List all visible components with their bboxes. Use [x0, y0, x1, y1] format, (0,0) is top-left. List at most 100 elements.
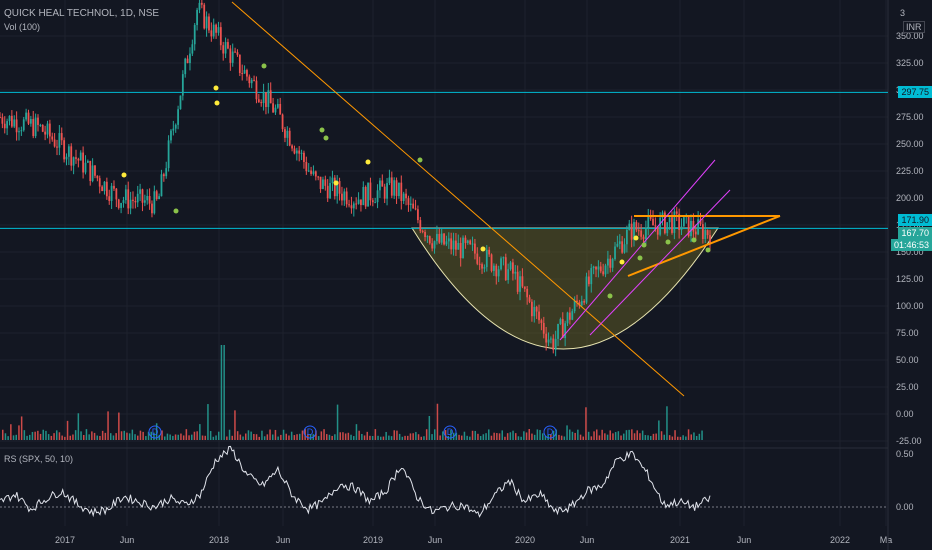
candle-body: [132, 199, 134, 201]
volume-bar: [663, 434, 665, 440]
candle-body: [436, 233, 438, 242]
candle-body: [127, 189, 130, 209]
x-tick-label: 2020: [515, 535, 535, 545]
candle-body: [490, 254, 493, 271]
candle-body: [46, 123, 49, 135]
candle-body: [419, 220, 422, 231]
candle-body: [208, 16, 210, 31]
volume-bar: [277, 436, 279, 440]
candle-body: [431, 243, 434, 249]
volume-bar: [504, 436, 506, 440]
volume-bar: [693, 432, 695, 440]
volume-bar: [498, 433, 501, 440]
candle-body: [583, 301, 586, 303]
volume-bar: [409, 433, 412, 440]
candle-body: [170, 130, 172, 141]
x-tick-label: 2022: [830, 535, 850, 545]
volume-bar: [436, 403, 439, 440]
candle-body: [0, 117, 1, 118]
candle-body: [210, 30, 213, 37]
candle-body: [514, 271, 517, 274]
candle-body: [414, 208, 417, 210]
candle-body: [535, 306, 538, 312]
candle-body: [94, 165, 96, 176]
candle-body: [136, 193, 139, 203]
volume-bar: [520, 436, 522, 440]
volume-bar: [83, 435, 85, 440]
volume-bar: [515, 433, 517, 440]
candle-body: [262, 92, 265, 104]
candle-body: [279, 103, 282, 115]
candle-body: [215, 24, 217, 33]
candle-body: [590, 268, 593, 285]
candle-body: [234, 51, 236, 53]
volume-bar: [417, 434, 420, 440]
candle-body: [464, 237, 467, 244]
candle-body: [640, 230, 643, 237]
descending-trendline[interactable]: [231, 1, 685, 397]
volume-bar: [61, 435, 63, 440]
candle-body: [400, 182, 403, 201]
y-tick-label: 50.00: [896, 355, 919, 365]
volume-bar: [118, 412, 120, 440]
volume-bar: [228, 429, 231, 440]
candle-body: [438, 233, 441, 243]
candle-body: [3, 123, 6, 129]
candle-body: [362, 186, 365, 206]
candle-body: [654, 225, 657, 227]
currency-badge[interactable]: INR: [903, 21, 925, 33]
candle-body: [291, 145, 293, 149]
volume-bar: [682, 435, 684, 440]
volume-bar: [398, 433, 401, 440]
volume-bar: [477, 433, 479, 440]
hline-171-tag: 171.90: [898, 214, 932, 226]
candle-body: [485, 249, 488, 268]
price-scale-mode[interactable]: 3: [900, 8, 905, 18]
signal-dot: [665, 239, 671, 245]
candle-body: [319, 176, 322, 189]
volume-bar: [261, 430, 263, 440]
candle-body: [317, 176, 320, 178]
volume-bar: [388, 435, 390, 440]
volume-bar: [4, 433, 7, 440]
candle-body: [18, 131, 20, 133]
candle-body: [364, 186, 367, 207]
candle-body: [34, 117, 37, 137]
y-tick-label: 0.00: [896, 409, 914, 419]
candle-body: [701, 224, 704, 240]
candle-body: [300, 152, 303, 154]
volume-bar: [174, 434, 177, 440]
candle-body: [682, 217, 685, 227]
candle-body: [476, 253, 479, 264]
candle-body: [457, 242, 460, 250]
volume-bar: [382, 436, 385, 440]
volume-bar: [258, 436, 260, 440]
candle-body: [305, 161, 308, 172]
candle-body: [155, 191, 158, 200]
candle-body: [143, 200, 146, 203]
candle-body: [493, 265, 495, 271]
volume-bar: [614, 432, 617, 440]
y-tick-label: -25.00: [896, 436, 922, 446]
candle-body: [690, 220, 692, 237]
candle-body: [238, 54, 241, 73]
candle-body: [129, 199, 132, 209]
x-tick-label: Jun: [580, 535, 595, 545]
candle-body: [146, 196, 149, 201]
chart-canvas[interactable]: 350.00325.00300.00275.00250.00225.00200.…: [0, 0, 932, 550]
volume-bar: [58, 432, 61, 440]
candle-body: [341, 193, 343, 201]
candle-body: [196, 9, 198, 26]
candle-body: [310, 170, 312, 174]
candle-body: [452, 240, 455, 250]
volume-bar: [145, 436, 147, 440]
volume-bar: [293, 435, 296, 440]
candle-body: [566, 312, 569, 324]
volume-bar: [236, 431, 239, 440]
volume-bar: [45, 430, 47, 440]
candle-body: [253, 79, 255, 81]
signal-dot: [480, 246, 486, 252]
candle-body: [203, 4, 206, 29]
volume-bar: [282, 429, 285, 440]
candle-body: [124, 189, 127, 201]
